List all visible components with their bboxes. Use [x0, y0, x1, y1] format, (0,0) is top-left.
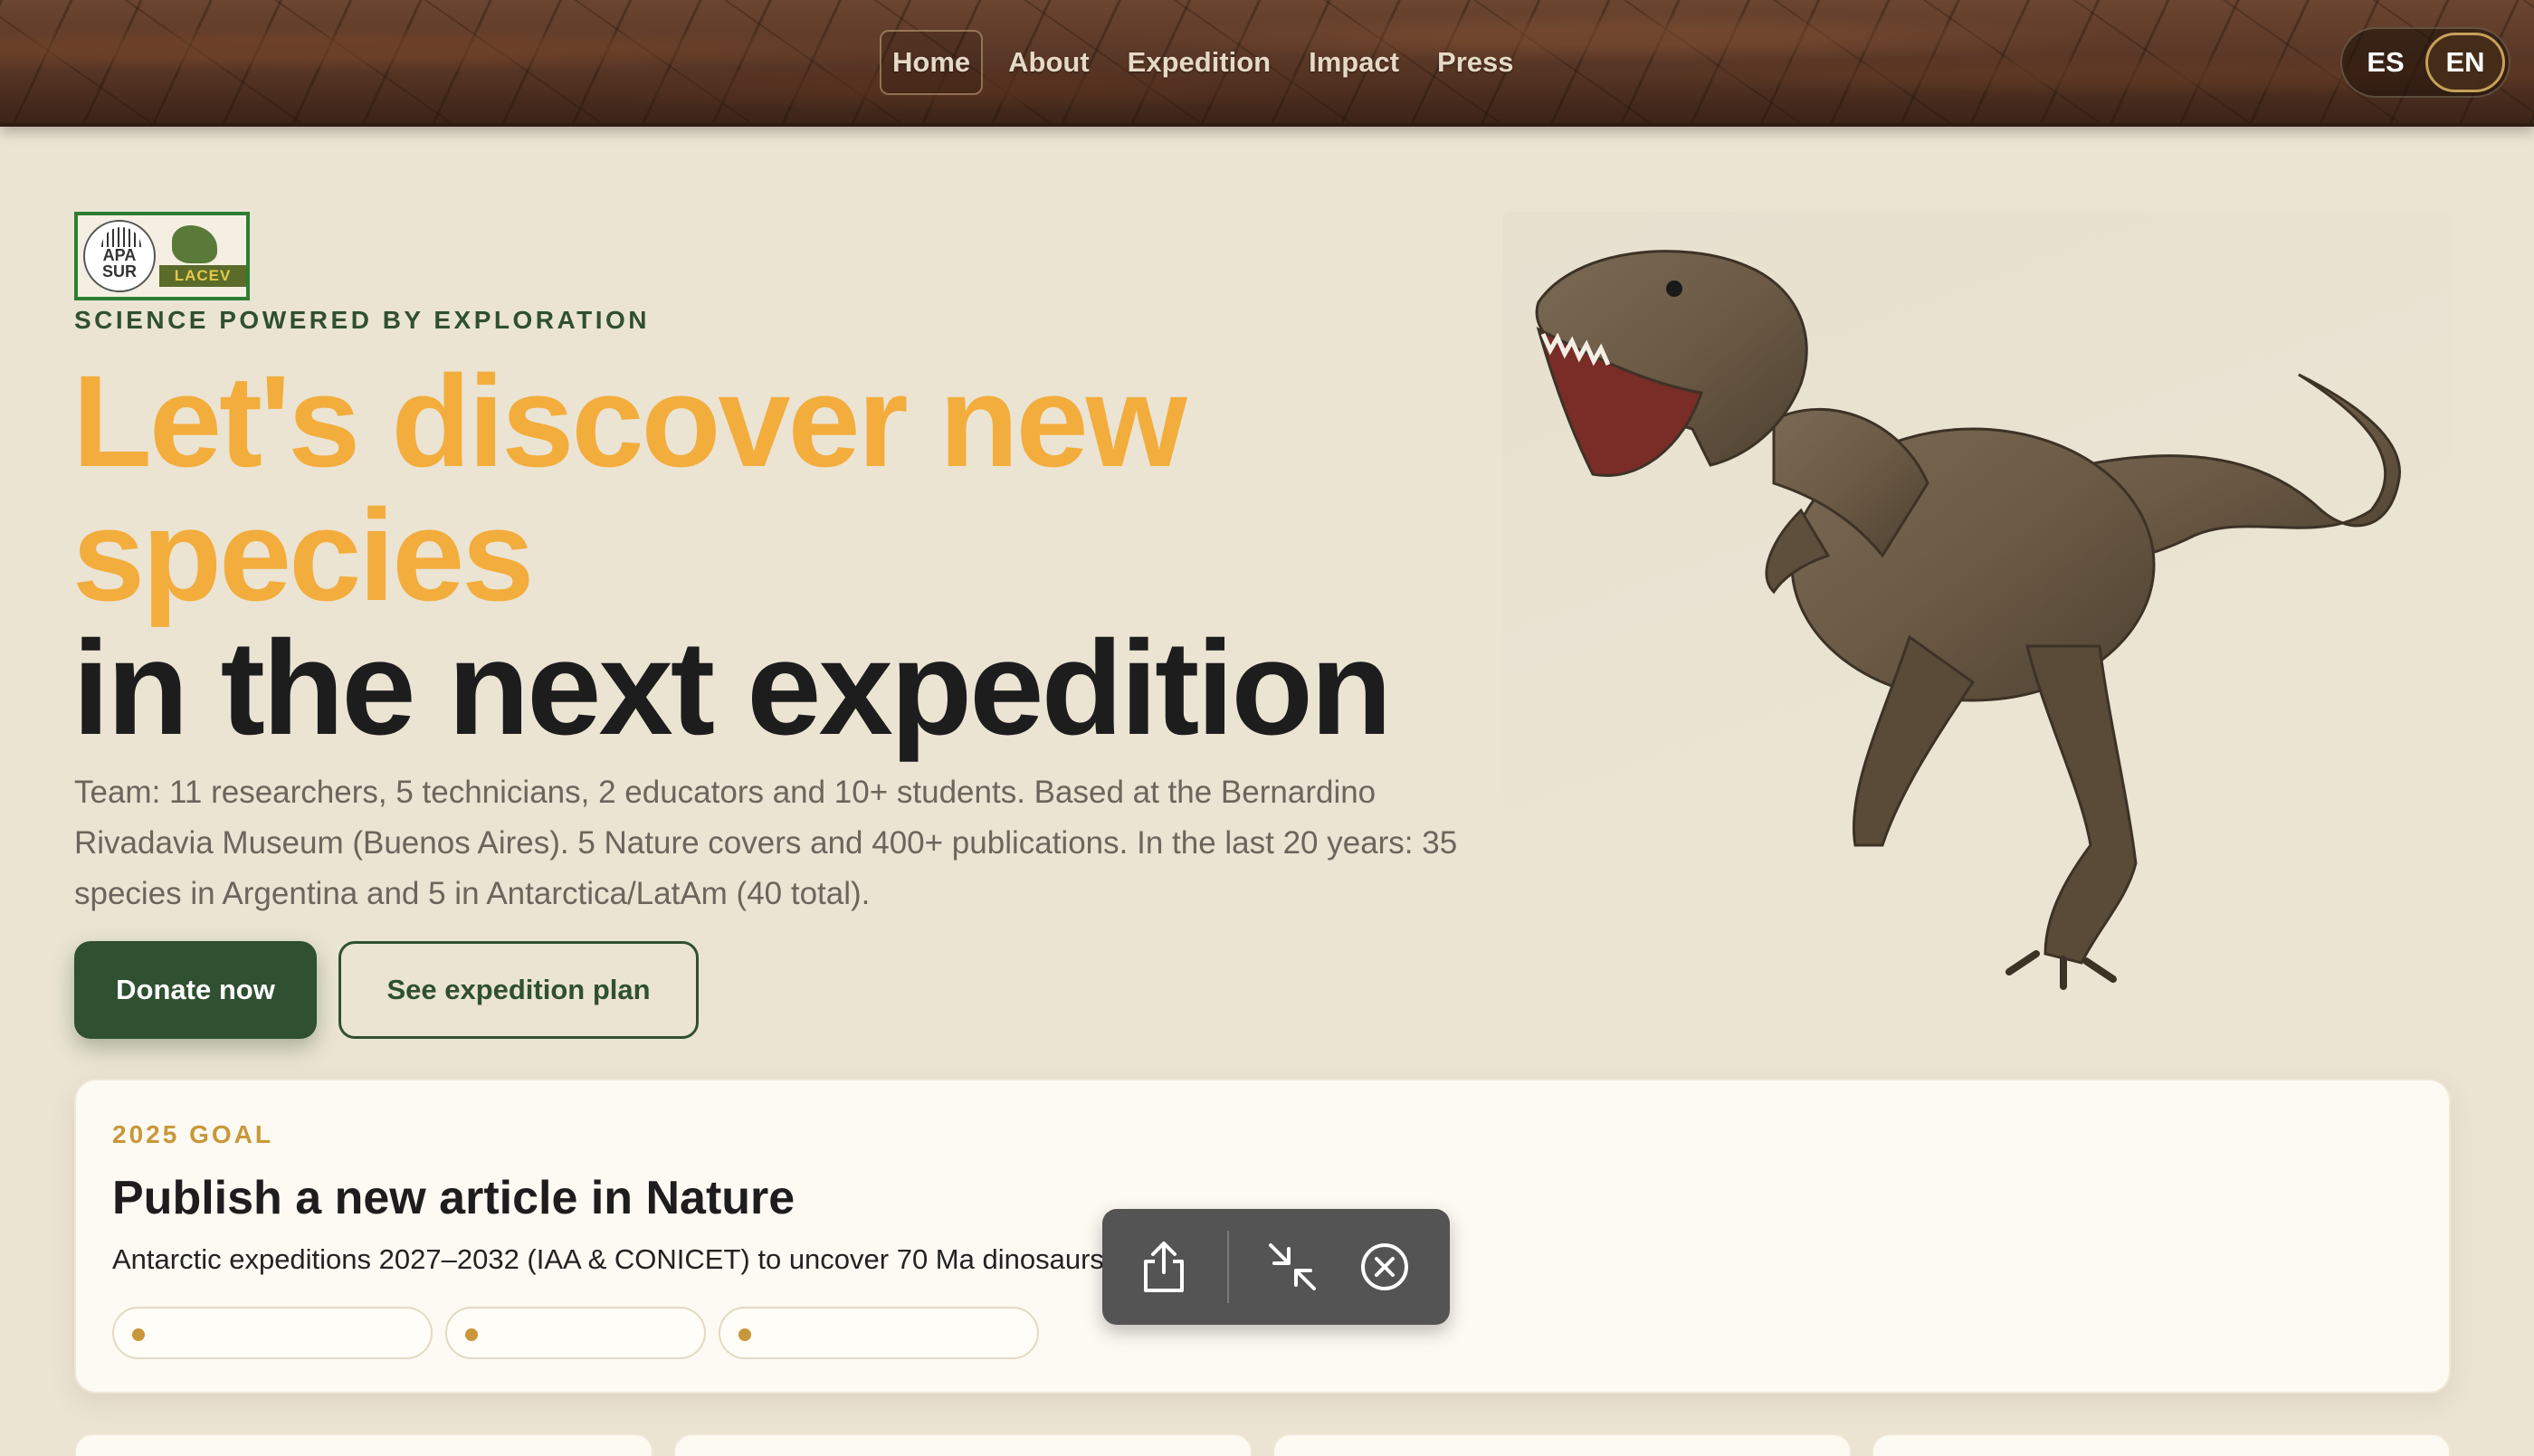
donate-button[interactable]: Donate now — [74, 941, 317, 1039]
main-nav: Home About Expedition Impact Press — [880, 25, 1527, 100]
close-button[interactable] — [1356, 1238, 1414, 1296]
hero-illustration — [1502, 212, 2453, 1053]
goal-progress-pill — [719, 1307, 1039, 1359]
toolbar-divider — [1227, 1231, 1229, 1303]
info-card — [673, 1433, 1253, 1456]
dino-head-icon — [172, 225, 217, 263]
top-nav-bar: Home About Expedition Impact Press ES EN — [0, 0, 2534, 127]
goal-description: Antarctic expeditions 2027–2032 (IAA & C… — [112, 1243, 1104, 1275]
hero-description: Team: 11 researchers, 5 technicians, 2 e… — [74, 775, 1458, 911]
headline-line-1: Let's discover new — [72, 348, 1187, 494]
headline-line-2: species — [72, 482, 534, 628]
close-icon — [1361, 1243, 1408, 1290]
goal-progress-pill — [112, 1307, 433, 1359]
lang-en-button[interactable]: EN — [2425, 33, 2505, 92]
nav-press[interactable]: Press — [1424, 30, 1526, 95]
t-rex-illustration — [1535, 250, 2401, 990]
partner-logo: APA SUR LACEV — [74, 212, 250, 300]
language-switcher: ES EN — [2340, 27, 2510, 98]
minimize-icon — [1269, 1243, 1316, 1290]
hero-eyebrow: SCIENCE POWERED BY EXPLORATION — [74, 306, 651, 334]
status-dot — [738, 1328, 751, 1341]
status-dot — [465, 1328, 478, 1341]
info-card — [74, 1433, 653, 1456]
goal-progress-pill — [445, 1307, 706, 1359]
share-icon — [1144, 1242, 1184, 1292]
goal-title: Publish a new article in Nature — [112, 1172, 795, 1224]
lang-es-button[interactable]: ES — [2346, 33, 2425, 92]
headline-line-3: in the next expedition — [72, 614, 1392, 763]
lacev-logo: LACEV — [159, 220, 246, 292]
apasur-logo: APA SUR — [83, 220, 156, 292]
expedition-plan-button[interactable]: See expedition plan — [338, 941, 699, 1039]
share-button[interactable] — [1135, 1238, 1193, 1296]
minimize-button[interactable] — [1263, 1238, 1321, 1296]
nav-home[interactable]: Home — [880, 30, 984, 95]
nav-impact[interactable]: Impact — [1296, 30, 1412, 95]
info-card — [1872, 1433, 2451, 1456]
goal-eyebrow: 2025 GOAL — [112, 1120, 273, 1148]
hero-headline: Let's discover new species in the next e… — [72, 355, 1611, 757]
nav-expedition[interactable]: Expedition — [1115, 30, 1283, 95]
status-dot — [132, 1328, 145, 1341]
floating-toolbar — [1102, 1209, 1450, 1325]
info-card — [1272, 1433, 1852, 1456]
nav-about[interactable]: About — [996, 30, 1102, 95]
